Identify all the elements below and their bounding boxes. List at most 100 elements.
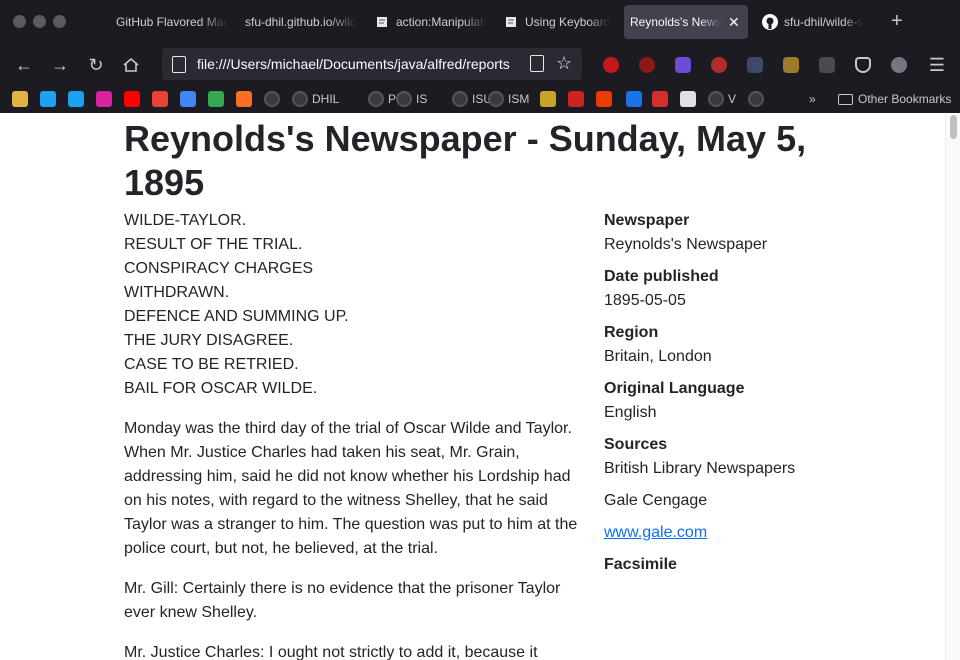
- nav-bar: ← → ↻ file:///Users/michael/Documents/ja…: [0, 44, 960, 86]
- tab-action-manipulate[interactable]: action:Manipulate: [368, 5, 486, 39]
- headline: THE JURY DISAGREE.: [124, 332, 294, 349]
- bookmark-star-icon[interactable]: ☆: [556, 53, 572, 73]
- headlines: WILDE-TAYLOR. RESULT OF THE TRIAL. CONSP…: [124, 209, 584, 401]
- bookmark-badge-icon: [540, 91, 556, 107]
- headline: WITHDRAWN.: [124, 284, 230, 301]
- bookmark-item[interactable]: [40, 90, 60, 108]
- wikipedia-icon: [680, 91, 696, 107]
- folder-icon: [838, 93, 853, 105]
- article-body: WILDE-TAYLOR. RESULT OF THE TRIAL. CONSP…: [124, 209, 584, 660]
- tab-sfu-dhil-repo[interactable]: sfu-dhil/wilde-s: [756, 5, 880, 39]
- bookmark-item[interactable]: ISM: [488, 90, 529, 108]
- minimize-window-button[interactable]: [33, 15, 46, 28]
- bookmark-item[interactable]: [68, 90, 88, 108]
- bookmark-item[interactable]: [568, 90, 588, 108]
- bookmark-item[interactable]: [264, 90, 284, 108]
- bookmark-item[interactable]: [12, 90, 32, 108]
- page-title: Reynolds's Newspaper - Sunday, May 5, 18…: [124, 118, 807, 203]
- twitter-icon: [40, 91, 56, 107]
- bookmark-item[interactable]: [124, 90, 144, 108]
- reader-view-icon[interactable]: [530, 55, 544, 72]
- back-icon[interactable]: ←: [13, 54, 35, 76]
- newspaper-label: Newspaper: [604, 212, 690, 229]
- close-tab-icon[interactable]: ✕: [728, 14, 740, 31]
- source-gale: Gale Cengage: [604, 492, 708, 509]
- bookmark-blue-icon: [626, 91, 642, 107]
- bookmark-item[interactable]: [680, 90, 700, 108]
- url-bar[interactable]: file:///Users/michael/Documents/java/alf…: [162, 48, 582, 80]
- extension-gear-icon[interactable]: [891, 57, 907, 73]
- bookmark-item[interactable]: [152, 90, 172, 108]
- tab-sfu-dhil-wilde[interactable]: sfu-dhil.github.io/wilde: [239, 5, 357, 39]
- bookmark-label: ISM: [508, 92, 530, 106]
- extension-puzzle-icon[interactable]: [819, 57, 835, 73]
- bookmark-item[interactable]: DHIL: [292, 90, 339, 108]
- gitlab-icon: [236, 91, 252, 107]
- bookmark-item[interactable]: [236, 90, 256, 108]
- tab-bar: GitHub Flavored Markdown sfu-dhil.github…: [0, 0, 960, 44]
- tab-reynolds-newspaper[interactable]: Reynolds's Newspaper ✕: [624, 5, 748, 39]
- region-label: Region: [604, 324, 659, 341]
- globe-icon: [748, 91, 764, 107]
- bookmark-item[interactable]: [96, 90, 116, 108]
- bookmark-item[interactable]: V: [708, 90, 736, 108]
- bookmark-item[interactable]: [596, 90, 616, 108]
- bookmark-item[interactable]: [652, 90, 672, 108]
- bookmarks-toolbar: DHILPRISISUISMV»Other Bookmarks: [0, 86, 960, 113]
- url-text[interactable]: file:///Users/michael/Documents/java/alf…: [197, 56, 522, 72]
- scrollbar-thumb[interactable]: [950, 115, 957, 139]
- headline: CONSPIRACY CHARGES: [124, 260, 314, 277]
- page-info-icon[interactable]: [172, 55, 186, 73]
- bookmark-red-icon: [568, 91, 584, 107]
- extension-dots-icon[interactable]: [747, 57, 763, 73]
- twitter-icon: [68, 91, 84, 107]
- scrollbar[interactable]: [945, 113, 960, 660]
- source-british-library: British Library Newspapers: [604, 460, 796, 477]
- bookmark-item[interactable]: [748, 90, 768, 108]
- metadata-sidebar: Newspaper Reynolds's Newspaper Date publ…: [604, 209, 924, 577]
- menu-icon[interactable]: ☰: [926, 54, 948, 76]
- drive-icon: [208, 91, 224, 107]
- extension-block-icon[interactable]: [639, 57, 655, 73]
- bookmarks-overflow-icon[interactable]: »: [809, 90, 816, 108]
- reload-icon[interactable]: ↻: [85, 54, 107, 76]
- bookmark-item[interactable]: [626, 90, 646, 108]
- home-icon[interactable]: [120, 54, 142, 76]
- gale-link[interactable]: www.gale.com: [604, 524, 707, 541]
- page-content: Reynolds's Newspaper - Sunday, May 5, 18…: [0, 113, 960, 660]
- github-icon: [452, 91, 468, 107]
- newspaper-value: Reynolds's Newspaper: [604, 236, 768, 253]
- headline: CASE TO BE RETRIED.: [124, 356, 299, 373]
- instagram-icon: [96, 91, 112, 107]
- bookmark-item[interactable]: [208, 90, 228, 108]
- pocket-icon[interactable]: [855, 57, 871, 73]
- github-icon: [762, 14, 778, 30]
- ublock-icon[interactable]: [603, 57, 619, 73]
- doc-icon: [374, 14, 390, 30]
- close-window-button[interactable]: [13, 15, 26, 28]
- bookmark-item[interactable]: [540, 90, 560, 108]
- bookmark-item[interactable]: ISU: [452, 90, 492, 108]
- bookmark-label: DHIL: [312, 92, 340, 106]
- extension-red-icon[interactable]: [711, 57, 727, 73]
- forward-icon[interactable]: →: [49, 54, 71, 76]
- other-bookmarks-label: Other Bookmarks: [858, 92, 952, 106]
- tab-github-markdown[interactable]: GitHub Flavored Markdown: [110, 5, 228, 39]
- extension-scroll-icon[interactable]: [783, 57, 799, 73]
- bookmark-item[interactable]: [180, 90, 200, 108]
- new-tab-button[interactable]: +: [891, 11, 903, 31]
- paragraph: Mr. Gill: Certainly there is no evidence…: [124, 580, 561, 621]
- zoom-window-button[interactable]: [53, 15, 66, 28]
- extension-grid-icon[interactable]: [675, 57, 691, 73]
- other-bookmarks-folder[interactable]: Other Bookmarks: [838, 90, 951, 108]
- github-icon: [488, 91, 504, 107]
- headline: WILDE-TAYLOR.: [124, 212, 247, 229]
- browser-chrome: GitHub Flavored Markdown sfu-dhil.github…: [0, 0, 960, 113]
- bookmark-item[interactable]: IS: [396, 90, 427, 108]
- headline: BAIL FOR OSCAR WILDE.: [124, 380, 318, 397]
- date-value: 1895-05-05: [604, 292, 686, 309]
- doc-icon: [503, 14, 519, 30]
- tab-using-keyboard[interactable]: Using Keyboard: [497, 5, 615, 39]
- region-value: Britain, London: [604, 348, 712, 365]
- calendar-icon: [180, 91, 196, 107]
